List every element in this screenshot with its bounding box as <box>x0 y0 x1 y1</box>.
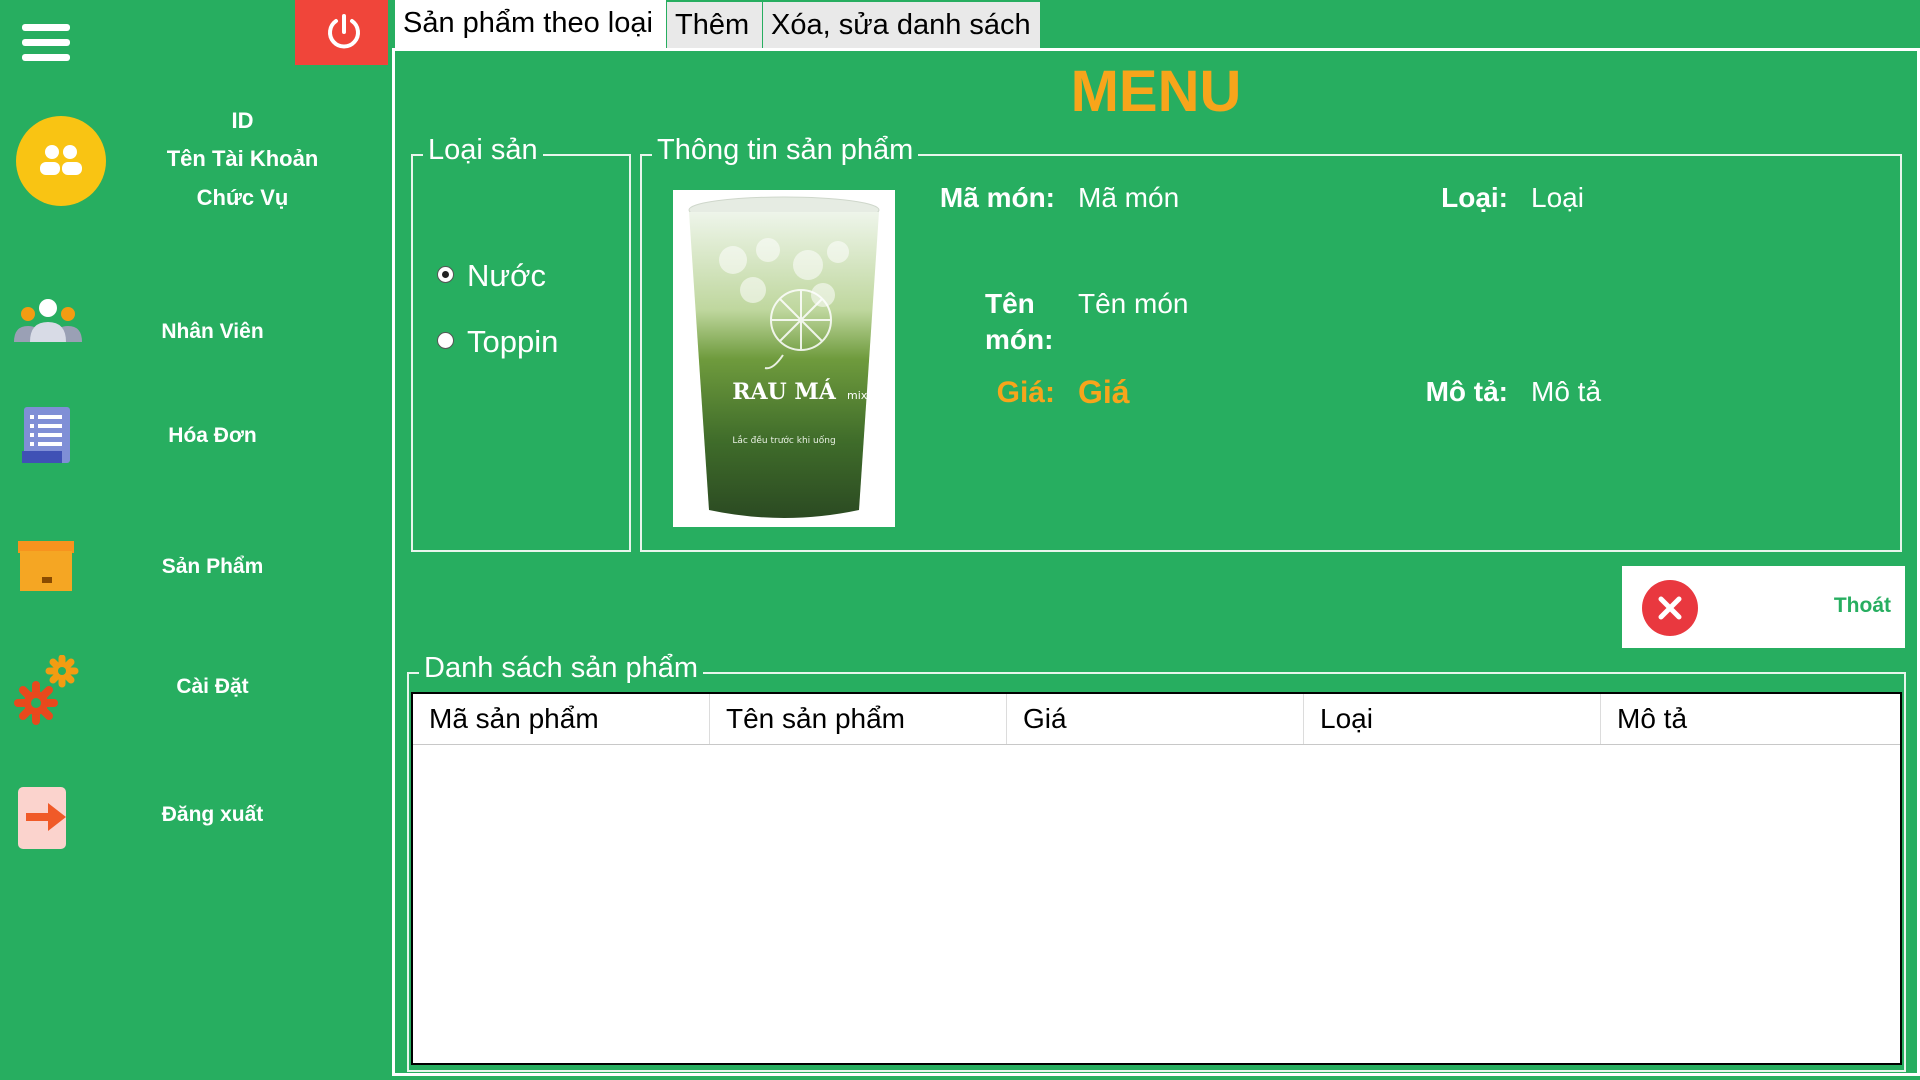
name-label-line: món: <box>985 324 1054 355</box>
hamburger-menu-icon[interactable] <box>22 24 70 68</box>
radio-button[interactable] <box>437 266 454 283</box>
sidebar-item-invoice[interactable]: Hóa Đơn <box>0 405 390 495</box>
sidebar-item-label: Cài Đặt <box>176 675 249 698</box>
sidebar-item-logout[interactable]: Đăng xuất <box>0 785 390 875</box>
users-icon <box>40 145 82 175</box>
radio-label: Toppin <box>467 324 559 359</box>
product-brand-text: RAU MÁ <box>732 378 837 405</box>
account-name: Tên Tài Khoản <box>166 146 319 171</box>
tab-label: Xóa, sửa danh sách <box>771 9 1031 41</box>
sidebar-item-product[interactable]: Sản Phẩm <box>0 535 390 625</box>
page-title: MENU <box>1070 59 1242 124</box>
sidebar-item-label: Sản Phẩm <box>161 555 264 578</box>
invoice-icon <box>22 407 70 463</box>
power-icon <box>328 14 360 49</box>
tab-label: Thêm <box>675 9 750 41</box>
sidebar-item-settings[interactable]: Cài Đặt <box>0 655 390 745</box>
account-id: ID <box>231 108 254 133</box>
product-image: RAU MÁ mix Lắc đều trước khi uống <box>673 190 895 527</box>
tab-add[interactable]: Thêm <box>667 2 762 49</box>
sidebar-item-label: Hóa Đơn <box>168 424 257 447</box>
product-info-group-title: Thông tin sản phẩm <box>652 134 919 167</box>
power-button[interactable] <box>295 0 388 65</box>
tab-label: Sản phẩm theo loại <box>403 7 653 39</box>
description-label: Mô tả: <box>1425 376 1508 407</box>
box-icon <box>18 541 74 591</box>
sidebar-item-label: Nhân Viên <box>161 320 264 343</box>
code-value: Mã món <box>1078 182 1180 213</box>
staff-icon <box>14 299 82 342</box>
exit-button[interactable]: Thoát <box>1622 566 1905 648</box>
column-header-description[interactable]: Mô tả <box>1601 694 1900 744</box>
product-list-group-title: Danh sách sản phẩm <box>419 652 704 685</box>
radio-label: Nước <box>467 258 546 293</box>
column-header-type[interactable]: Loại <box>1304 694 1601 744</box>
product-brand-suffix: mix <box>847 389 868 402</box>
category-group-title: Loại sản <box>423 134 543 167</box>
name-label-line: Tên <box>985 288 1035 319</box>
exit-button-label: Thoát <box>1833 594 1891 617</box>
close-icon <box>1642 580 1698 636</box>
name-label: Tên món: <box>985 288 1053 356</box>
type-label: Loại: <box>1441 182 1508 213</box>
sidebar-item-staff[interactable]: Nhân Viên <box>0 290 390 380</box>
avatar <box>16 116 106 206</box>
tab-edit-list[interactable]: Xóa, sửa danh sách <box>763 2 1040 49</box>
logout-icon <box>18 787 66 849</box>
sidebar: ID Tên Tài Khoản Chức Vụ Nhân Viên Hóa Đ… <box>0 0 390 1080</box>
type-value: Loại <box>1531 182 1584 213</box>
tab-products-by-category[interactable]: Sản phẩm theo loại <box>395 0 666 51</box>
description-value: Mô tả <box>1531 376 1602 407</box>
category-group: Loại sản Nước Toppin <box>411 134 631 552</box>
table-header: Mã sản phẩm Tên sản phẩm Giá Loại Mô tả <box>413 694 1900 745</box>
product-table[interactable]: Mã sản phẩm Tên sản phẩm Giá Loại Mô tả <box>411 692 1902 1065</box>
gear-icon <box>14 655 79 725</box>
column-header-price[interactable]: Giá <box>1007 694 1304 744</box>
price-label: Giá: <box>996 376 1055 409</box>
name-value: Tên món <box>1078 288 1189 319</box>
account-role: Chức Vụ <box>196 185 289 210</box>
price-value: Giá <box>1078 374 1130 410</box>
product-note-text: Lắc đều trước khi uống <box>732 435 835 446</box>
code-label: Mã món: <box>939 182 1055 213</box>
column-header-code[interactable]: Mã sản phẩm <box>413 694 710 744</box>
sidebar-item-label: Đăng xuất <box>161 803 264 826</box>
radio-button[interactable] <box>437 332 454 349</box>
column-header-name[interactable]: Tên sản phẩm <box>710 694 1007 744</box>
